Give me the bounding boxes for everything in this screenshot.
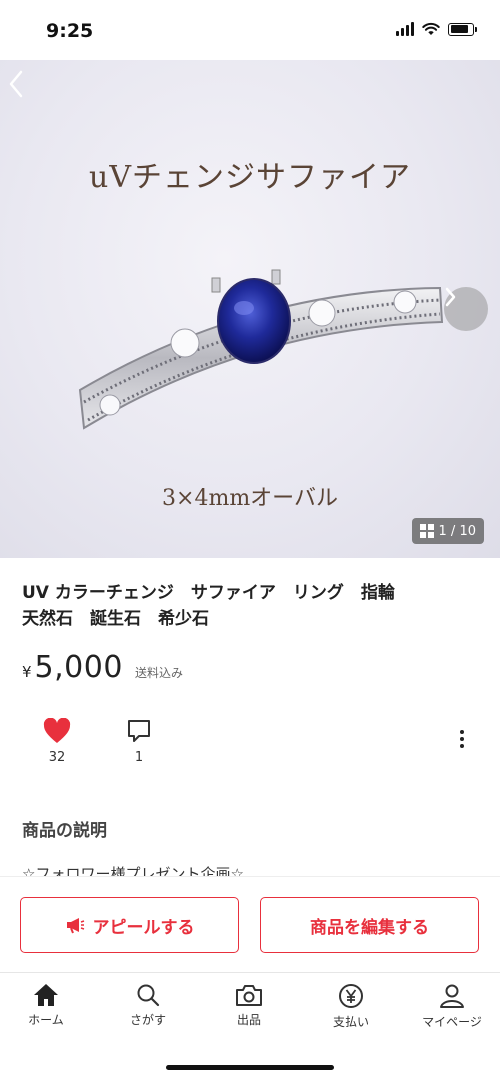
- tab-bar: ホーム さがす 出品 支払い マイページ: [0, 972, 500, 1080]
- comment-count: 1: [134, 750, 144, 765]
- currency-symbol: ¥: [22, 663, 32, 681]
- signal-icon: [396, 22, 414, 36]
- wifi-icon: [422, 22, 440, 35]
- tab-sell-label: 出品: [236, 1013, 261, 1027]
- dot: [460, 744, 464, 748]
- tab-mypage-label: マイページ: [422, 1015, 482, 1029]
- image-counter-text: 1 / 10: [438, 523, 476, 539]
- comment-button[interactable]: 1: [122, 718, 156, 765]
- photo-overlay-title: uVチェンジサファイア: [89, 160, 411, 195]
- chevron-right-icon: [445, 287, 456, 307]
- appeal-button[interactable]: アピールする: [20, 897, 239, 953]
- status-time: 9:25: [46, 20, 94, 42]
- dot: [460, 730, 464, 734]
- edit-item-button[interactable]: 商品を編集する: [260, 897, 479, 953]
- more-options-button[interactable]: [460, 730, 464, 748]
- megaphone-icon: [66, 918, 84, 934]
- home-icon: [34, 984, 58, 1006]
- item-title-line2: 天然石 誕生石 希少石: [22, 609, 209, 629]
- chevron-left-icon: [9, 70, 23, 98]
- item-actions: 32 1: [0, 716, 500, 776]
- tab-home-label: ホーム: [28, 1013, 64, 1027]
- price-row: ¥ 5,000 送料込み: [22, 650, 183, 685]
- grid-icon: [419, 524, 434, 538]
- dot: [460, 737, 464, 741]
- tab-sell[interactable]: 出品: [209, 983, 289, 1028]
- back-button[interactable]: [8, 70, 44, 110]
- item-price: 5,000: [34, 650, 123, 685]
- person-icon: [440, 984, 464, 1008]
- status-bar: 9:25: [0, 0, 500, 60]
- battery-icon: [448, 22, 477, 36]
- comment-icon: [128, 720, 150, 742]
- like-button[interactable]: 32: [40, 718, 74, 765]
- heart-icon: [43, 718, 71, 743]
- tab-home[interactable]: ホーム: [6, 983, 86, 1028]
- tab-payment-label: 支払い: [332, 1015, 369, 1029]
- tab-mypage[interactable]: マイページ: [412, 983, 492, 1030]
- battery-level: [450, 25, 469, 33]
- tab-payment[interactable]: 支払い: [311, 983, 391, 1030]
- image-counter[interactable]: 1 / 10: [411, 518, 484, 544]
- shipping-label: 送料込み: [134, 666, 183, 680]
- yen-icon: [339, 984, 363, 1008]
- action-bar: アピールする 商品を編集する: [0, 876, 500, 972]
- photo-overlay-caption: 3×4mmオーバル: [162, 486, 338, 511]
- search-icon: [137, 984, 160, 1007]
- product-image-gallery[interactable]: uVチェンジサファイア 3×4mmオーバル 1 / 10: [0, 60, 500, 558]
- description-preview: ☆フォロワー様プレゼント企画☆: [22, 865, 244, 876]
- camera-icon: [236, 985, 262, 1006]
- tab-search[interactable]: さがす: [108, 983, 188, 1028]
- item-title: UV カラーチェンジ サファイア リング 指輪 天然石 誕生石 希少石: [22, 580, 482, 632]
- item-title-line1: UV カラーチェンジ サファイア リング 指輪: [22, 583, 395, 603]
- like-count: 32: [48, 750, 66, 765]
- home-indicator[interactable]: [166, 1065, 334, 1070]
- appeal-button-label: アピールする: [92, 917, 195, 938]
- edit-item-button-label: 商品を編集する: [310, 917, 429, 938]
- tab-search-label: さがす: [129, 1013, 166, 1027]
- status-icons: [396, 22, 477, 36]
- next-image-button[interactable]: [444, 287, 488, 331]
- description-heading: 商品の説明: [22, 821, 107, 841]
